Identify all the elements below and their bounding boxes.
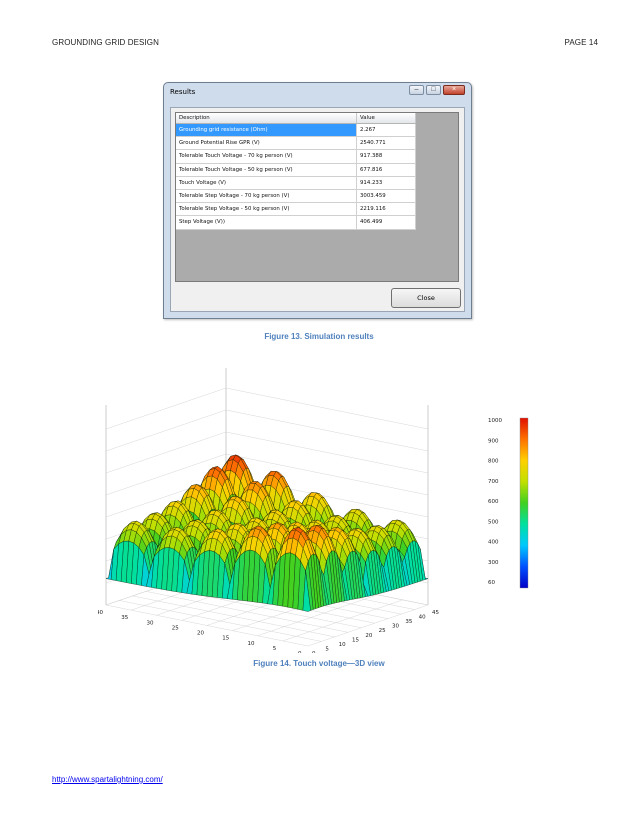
- row-value: 406.499: [356, 215, 416, 230]
- x-tick-label: 10: [339, 642, 346, 648]
- wall-grid-line: [105, 431, 227, 474]
- y-tick-label: 35: [121, 615, 128, 621]
- table-row[interactable]: Step Voltage (V)) 406.499: [176, 215, 416, 230]
- row-value: 2219.116: [356, 202, 416, 217]
- table-row[interactable]: Tolerable Touch Voltage - 50 kg person (…: [176, 163, 416, 177]
- y-tick-label: 0: [298, 651, 302, 653]
- x-tick-label: 25: [379, 628, 386, 634]
- row-value: 3003.459: [356, 189, 416, 204]
- row-value: 917.388: [356, 149, 416, 164]
- column-header-value[interactable]: Value: [356, 113, 416, 124]
- y-tick-label: 40: [98, 610, 103, 616]
- table-row[interactable]: Tolerable Step Voltage - 50 kg person (V…: [176, 202, 416, 217]
- colorbar-tick-label: 600: [488, 499, 499, 505]
- row-description: Tolerable Step Voltage - 70 kg person (V…: [176, 189, 357, 204]
- colorbar: [519, 417, 529, 589]
- row-description: Grounding grid resistance (Ohm): [176, 123, 357, 138]
- maximize-icon[interactable]: □: [426, 85, 441, 95]
- dialog-title: Results: [170, 88, 196, 96]
- table-row[interactable]: Grounding grid resistance (Ohm) 2.267: [176, 123, 416, 138]
- x-tick-label: 15: [352, 637, 359, 643]
- y-tick-label: 10: [248, 641, 255, 647]
- row-description: Tolerable Step Voltage - 50 kg person (V…: [176, 202, 357, 217]
- colorbar-tick-label: 60: [488, 580, 495, 586]
- figure-13-caption: Figure 13. Simulation results: [264, 332, 374, 341]
- touch-voltage-3d-plot: 0 5 10 15 20 25 30 35 40 45 0 5 10 15 20 25 30 35 40 1000 90…: [98, 368, 529, 653]
- results-table: Description Value Grounding grid resista…: [176, 113, 416, 230]
- floor-grid-line: [307, 604, 429, 647]
- colorbar-tick-label: 500: [488, 519, 499, 525]
- table-row[interactable]: Tolerable Touch Voltage - 70 kg person (…: [176, 149, 416, 164]
- row-description: Tolerable Touch Voltage - 70 kg person (…: [176, 149, 357, 164]
- row-value: 2.267: [356, 123, 416, 138]
- colorbar-tick-label: 400: [488, 540, 499, 546]
- row-description: Step Voltage (V)): [176, 215, 357, 230]
- y-tick-label: 30: [147, 620, 154, 626]
- y-tick-label: 15: [222, 636, 229, 642]
- wall-grid-line: [225, 409, 429, 452]
- colorbar-tick-label: 900: [488, 438, 499, 444]
- table-row[interactable]: Touch Voltage (V) 914.233: [176, 176, 416, 190]
- x-tick-label: 35: [405, 619, 412, 625]
- row-value: 2540.771: [356, 136, 416, 151]
- wall-grid-line: [225, 431, 429, 474]
- row-description: Ground Potential Rise GPR (V): [176, 136, 357, 151]
- wall-grid-line: [105, 387, 227, 430]
- row-value: 677.816: [356, 163, 416, 177]
- y-tick-label: 20: [197, 631, 204, 637]
- x-tick-label: 20: [365, 633, 372, 639]
- page-number: PAGE 14: [564, 38, 598, 47]
- figure-14-caption: Figure 14. Touch voltage—3D view: [253, 659, 385, 668]
- results-dialog: Results – □ × Description Value Groundin…: [163, 82, 472, 319]
- column-header-description[interactable]: Description: [176, 113, 357, 124]
- x-tick-label: 0: [312, 651, 316, 653]
- wall-grid-line: [225, 387, 429, 430]
- row-description: Tolerable Touch Voltage - 50 kg person (…: [176, 163, 357, 177]
- x-tick-label: 45: [432, 610, 439, 616]
- colorbar-tick-label: 800: [488, 459, 499, 465]
- footer-link[interactable]: http://www.spartalightning.com/: [52, 775, 163, 784]
- x-tick-label: 5: [325, 646, 329, 652]
- table-row[interactable]: Ground Potential Rise GPR (V) 2540.771: [176, 136, 416, 151]
- row-description: Touch Voltage (V): [176, 176, 357, 190]
- minimize-icon[interactable]: –: [409, 85, 424, 95]
- close-button[interactable]: Close: [391, 288, 461, 308]
- close-icon[interactable]: ×: [443, 85, 465, 95]
- y-tick-label: 5: [273, 646, 277, 652]
- row-value: 914.233: [356, 176, 416, 190]
- colorbar-tick-label: 1000: [488, 418, 502, 424]
- page-header-title: GROUNDING GRID DESIGN: [52, 38, 159, 47]
- y-tick-label: 25: [172, 625, 179, 631]
- dialog-body: Description Value Grounding grid resista…: [170, 107, 465, 312]
- x-tick-label: 40: [419, 615, 426, 621]
- table-row[interactable]: Tolerable Step Voltage - 70 kg person (V…: [176, 189, 416, 204]
- window-controls: – □ ×: [409, 85, 465, 95]
- colorbar-tick-label: 300: [488, 560, 499, 566]
- results-grid[interactable]: Description Value Grounding grid resista…: [175, 112, 459, 282]
- wall-grid-line: [105, 409, 227, 452]
- x-tick-label: 30: [392, 624, 399, 630]
- colorbar-tick-label: 700: [488, 479, 499, 485]
